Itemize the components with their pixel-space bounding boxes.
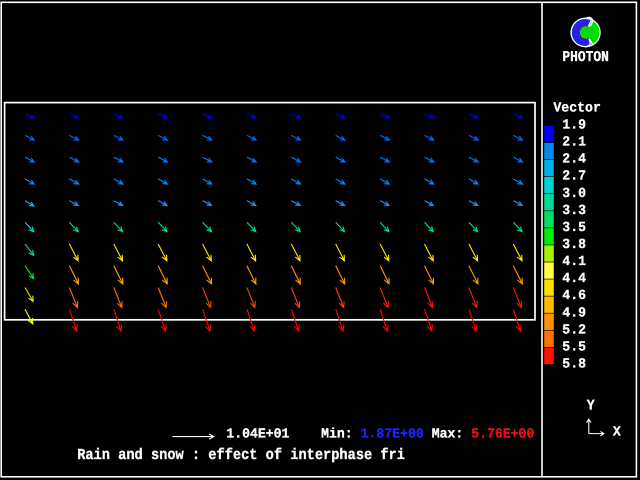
svg-text:4.1: 4.1 — [562, 254, 586, 270]
svg-text:4.4: 4.4 — [562, 271, 586, 287]
svg-text:3.0: 3.0 — [562, 185, 586, 201]
svg-text:Y: Y — [587, 397, 595, 414]
svg-text:1.87E+00: 1.87E+00 — [361, 426, 424, 442]
svg-text:1.04E+01: 1.04E+01 — [226, 426, 289, 442]
svg-text:Rain and snow : effect of inte: Rain and snow : effect of interphase fri — [77, 447, 405, 465]
svg-text:2.4: 2.4 — [562, 151, 586, 167]
svg-text:5.2: 5.2 — [562, 322, 586, 338]
svg-text:3.5: 3.5 — [562, 219, 586, 235]
svg-text:Vector: Vector — [553, 100, 600, 116]
svg-text:5.76E+00: 5.76E+00 — [471, 426, 534, 442]
svg-text:4.6: 4.6 — [562, 288, 586, 304]
svg-text:3.8: 3.8 — [562, 236, 586, 252]
svg-text:X: X — [613, 424, 621, 440]
svg-text:5.5: 5.5 — [562, 339, 586, 355]
svg-text:Min:: Min: — [321, 426, 353, 442]
svg-text:PHOTON: PHOTON — [562, 48, 608, 65]
svg-text:2.1: 2.1 — [562, 134, 586, 150]
svg-text:Max:: Max: — [432, 426, 464, 442]
svg-text:2.7: 2.7 — [562, 168, 586, 184]
svg-text:4.9: 4.9 — [562, 305, 586, 321]
svg-text:3.3: 3.3 — [562, 202, 586, 218]
svg-text:5.8: 5.8 — [562, 356, 586, 372]
svg-text:1.9: 1.9 — [562, 117, 586, 133]
